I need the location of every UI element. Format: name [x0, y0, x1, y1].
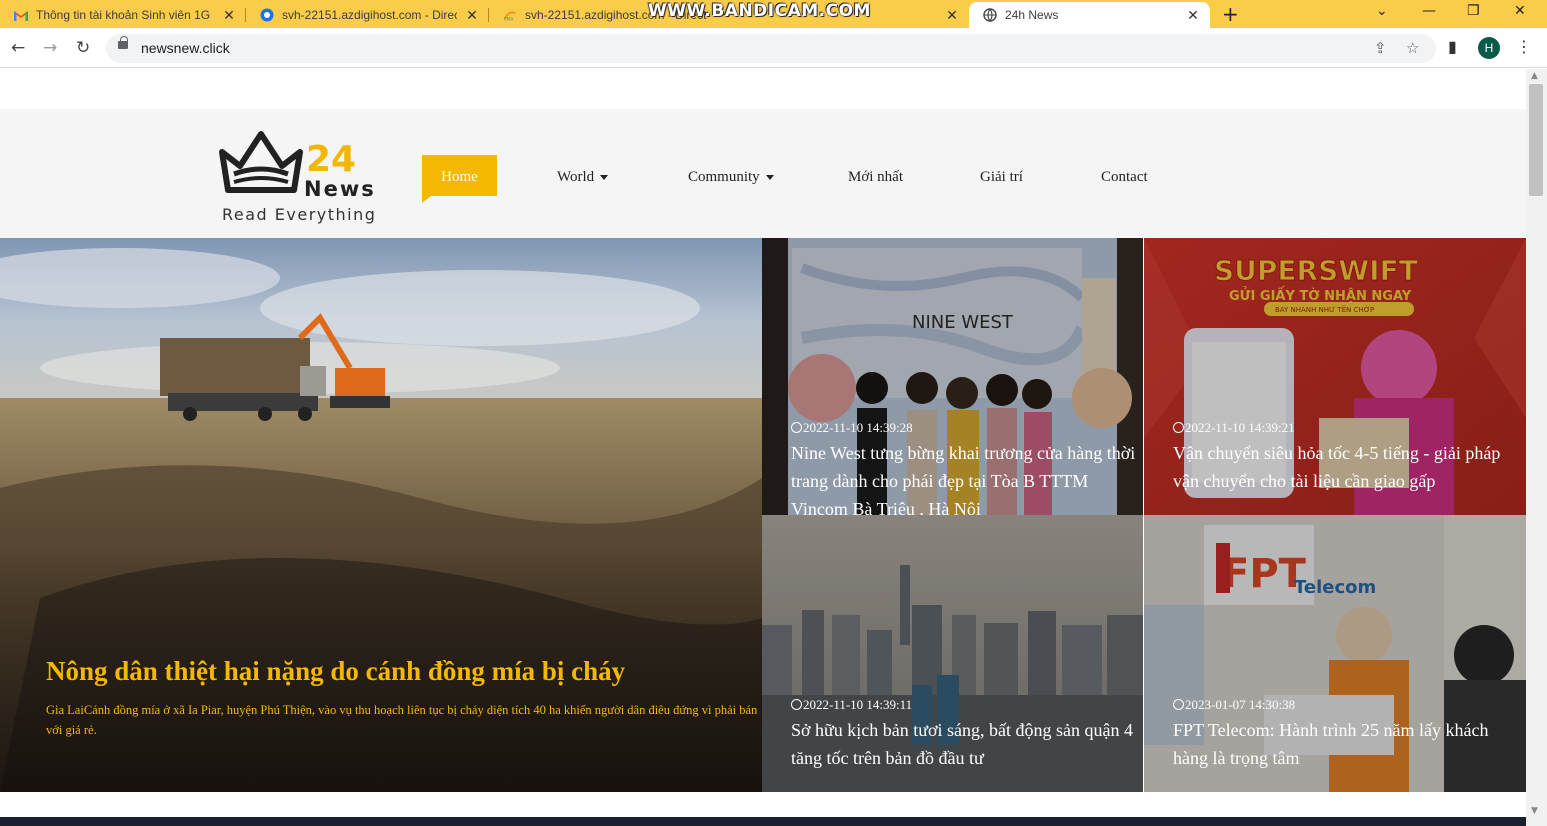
- crown-icon: [219, 131, 303, 193]
- clock-icon: [791, 699, 802, 710]
- article-card[interactable]: FPT Telecom 2023-01-07 14:30:38 FPT Tele…: [1144, 515, 1526, 792]
- back-icon[interactable]: ←: [11, 38, 25, 58]
- site-logo[interactable]: 24 News Read Everything: [218, 130, 393, 230]
- clock-icon: [791, 422, 802, 433]
- lock-icon: [118, 36, 128, 49]
- card-timestamp: 2023-01-07 14:30:38: [1173, 697, 1295, 713]
- tab-azdigi-1[interactable]: svh-22151.azdigihost.com - Direct ✕: [246, 2, 489, 28]
- card-title[interactable]: Sở hữu kịch bản tươi sáng, bất động sản …: [791, 716, 1141, 772]
- web-icon: [983, 8, 997, 22]
- article-card[interactable]: SUPERSWIFT GỬI GIẤY TỜ NHẬN NGAY BAY NHA…: [1144, 238, 1526, 515]
- article-card[interactable]: NINE WEST 2022-11-10 14:39:28 Nine West …: [762, 238, 1143, 515]
- logo-word: News: [304, 177, 376, 201]
- tab-gmail[interactable]: Thông tin tài khoản Sinh viên 1G ✕: [0, 2, 246, 28]
- forward-icon[interactable]: →: [43, 38, 57, 58]
- clock-icon: [1173, 422, 1184, 433]
- tab-title: Thông tin tài khoản Sinh viên 1G: [36, 8, 211, 22]
- card-title[interactable]: FPT Telecom: Hành trình 25 năm lấy khách…: [1173, 716, 1524, 772]
- card-timestamp: 2022-11-10 14:39:11: [791, 697, 912, 713]
- logo-tagline: Read Everything: [222, 205, 377, 224]
- address-bar[interactable]: newsnew.click ⇪ ☆: [106, 34, 1436, 63]
- page-viewport: 24 News Read Everything Home World Commu…: [0, 69, 1526, 826]
- bandicam-watermark: WWW.BANDICAM.COM: [648, 1, 871, 21]
- profile-avatar[interactable]: H: [1478, 37, 1500, 59]
- menu-label: World: [557, 169, 595, 185]
- menu-community[interactable]: Community: [688, 169, 774, 186]
- maximize-icon[interactable]: ❐: [1467, 3, 1480, 19]
- minimize-icon[interactable]: —: [1422, 3, 1436, 19]
- page-scrollbar[interactable]: ▲ ▼: [1526, 69, 1547, 826]
- card-timestamp: 2022-11-10 14:39:28: [791, 420, 913, 436]
- article-card[interactable]: 2022-11-10 14:39:11 Sở hữu kịch bản tươi…: [762, 515, 1143, 792]
- menu-world[interactable]: World: [557, 169, 609, 186]
- site-header: 24 News Read Everything Home World Commu…: [0, 109, 1526, 238]
- gmail-icon: [14, 8, 28, 22]
- featured-title[interactable]: Nông dân thiệt hại nặng do cánh đồng mía…: [46, 656, 625, 687]
- menu-dots-icon[interactable]: ⋮: [1516, 37, 1532, 56]
- scroll-down-icon[interactable]: ▼: [1531, 806, 1538, 816]
- menu-entertainment[interactable]: Giải trí: [980, 169, 1023, 186]
- featured-article[interactable]: Nông dân thiệt hại nặng do cánh đồng mía…: [0, 238, 762, 792]
- browser-tab-strip: Thông tin tài khoản Sinh viên 1G ✕ svh-2…: [0, 0, 1547, 28]
- browser-toolbar: ← → ↻ newsnew.click ⇪ ☆ ▮ H ⋮: [0, 28, 1547, 68]
- clock-icon: [1173, 699, 1184, 710]
- tab-search-icon[interactable]: ⌄: [1376, 3, 1388, 19]
- svg-text:PMA: PMA: [504, 16, 513, 21]
- card-title[interactable]: Nine West tưng bừng khai trương cửa hàng…: [791, 439, 1141, 515]
- pma-icon: PMA: [503, 8, 517, 22]
- new-tab-button[interactable]: +: [1222, 3, 1239, 25]
- tab-title: 24h News: [1005, 8, 1059, 22]
- close-icon[interactable]: ✕: [945, 7, 959, 24]
- scroll-thumb[interactable]: [1529, 84, 1543, 196]
- menu-latest[interactable]: Mới nhất: [848, 169, 903, 186]
- url-text[interactable]: newsnew.click: [141, 40, 230, 56]
- close-icon[interactable]: ✕: [1186, 7, 1200, 24]
- caret-down-icon: [600, 175, 609, 181]
- menu-contact[interactable]: Contact: [1101, 169, 1148, 186]
- hero-grid: Nông dân thiệt hại nặng do cánh đồng mía…: [0, 238, 1526, 792]
- card-title[interactable]: Vận chuyển siêu hỏa tốc 4-5 tiếng - giải…: [1173, 439, 1524, 495]
- share-icon[interactable]: ⇪: [1374, 39, 1387, 57]
- side-panel-icon[interactable]: ▮: [1448, 37, 1457, 56]
- card-timestamp: 2022-11-10 14:39:21: [1173, 420, 1295, 436]
- close-icon[interactable]: ✕: [465, 7, 479, 24]
- reload-icon[interactable]: ↻: [76, 38, 90, 58]
- caret-down-icon: [765, 175, 774, 181]
- tab-24h-news[interactable]: 24h News ✕: [969, 2, 1210, 28]
- tab-title: svh-22151.azdigihost.com - Direct: [282, 8, 457, 22]
- bookmark-star-icon[interactable]: ☆: [1406, 39, 1419, 57]
- menu-home[interactable]: Home: [422, 155, 497, 203]
- logo-number: 24: [306, 139, 357, 180]
- scroll-up-icon[interactable]: ▲: [1531, 71, 1538, 81]
- nine-west-sign: NINE WEST: [912, 312, 1014, 333]
- page-bottom-strip: [0, 817, 1526, 826]
- window-close-icon[interactable]: ✕: [1514, 3, 1526, 19]
- featured-description: Gia LaiCánh đồng mía ở xã Ia Piar, huyện…: [46, 703, 758, 737]
- menu-label: Community: [688, 169, 760, 185]
- close-icon[interactable]: ✕: [222, 7, 236, 24]
- globe-icon: [260, 8, 274, 22]
